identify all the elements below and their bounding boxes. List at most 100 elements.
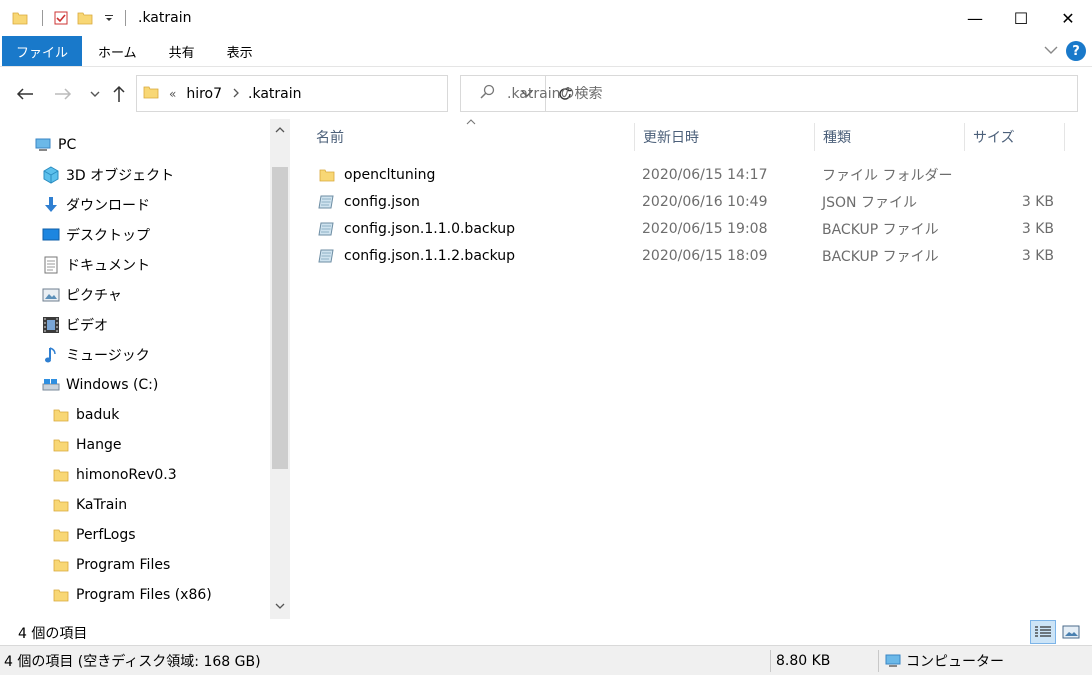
nav-item-folder[interactable]: himonoRev0.3 (52, 462, 177, 488)
file-size: 3 KB (1021, 247, 1054, 264)
nav-item-pictures[interactable]: ピクチャ (42, 282, 122, 308)
status-bar: 4 個の項目 (空きディスク領域: 168 GB) 8.80 KB コンピュータ… (0, 645, 1092, 675)
qat-separator (42, 10, 43, 26)
drive-icon (42, 376, 60, 394)
file-icon (318, 247, 336, 265)
column-header-date[interactable]: 更新日時 (635, 123, 815, 151)
properties-icon[interactable] (51, 8, 71, 28)
file-name: config.json.1.1.2.backup (344, 247, 516, 264)
computer-icon (884, 654, 902, 668)
nav-item-windows-c[interactable]: Windows (C:) (42, 372, 158, 398)
table-row[interactable]: opencltuning 2020/06/15 14:17 ファイル フォルダー (310, 161, 1070, 188)
nav-item-videos[interactable]: ビデオ (42, 312, 108, 338)
item-count: 4 個の項目 (18, 626, 88, 642)
nav-item-label: ミュージック (66, 348, 150, 364)
navigation-bar: « hiro7 .katrain (0, 67, 1092, 119)
folder-icon (318, 166, 336, 184)
file-type: ファイル フォルダー (822, 167, 953, 184)
file-type: JSON ファイル (822, 194, 917, 211)
scroll-up-icon[interactable] (270, 121, 290, 139)
file-name: opencltuning (344, 166, 436, 183)
tab-file[interactable]: ファイル (2, 36, 83, 66)
column-header-type[interactable]: 種類 (815, 123, 965, 151)
large-icons-view-icon[interactable] (1058, 620, 1084, 644)
nav-item-folder[interactable]: PerfLogs (52, 522, 136, 548)
file-type: BACKUP ファイル (822, 248, 939, 265)
file-size: 3 KB (1021, 220, 1054, 237)
nav-item-label: ドキュメント (66, 258, 150, 274)
table-row[interactable]: config.json.1.1.0.backup 2020/06/15 19:0… (310, 215, 1070, 242)
file-type: BACKUP ファイル (822, 221, 939, 238)
close-button[interactable]: ✕ (1044, 0, 1092, 36)
nav-scrollbar[interactable] (270, 119, 290, 619)
up-arrow-icon[interactable] (108, 83, 130, 105)
nav-item-label: himonoRev0.3 (76, 467, 177, 483)
folder-icon (143, 84, 159, 104)
table-row[interactable]: config.json 2020/06/16 10:49 JSON ファイル 3… (310, 188, 1070, 215)
expand-ribbon-icon[interactable] (1044, 43, 1058, 59)
file-date: 2020/06/15 19:08 (642, 220, 768, 237)
nav-item-downloads[interactable]: ダウンロード (42, 192, 150, 218)
nav-item-label: Hange (76, 437, 122, 453)
folder-icon (52, 436, 70, 454)
download-icon (42, 196, 60, 214)
maximize-button[interactable]: ☐ (998, 0, 1044, 36)
breadcrumb-chevron-icon[interactable] (232, 87, 240, 101)
pc-icon (34, 136, 52, 154)
tab-share[interactable]: 共有 (153, 36, 211, 66)
nav-item-folder[interactable]: KaTrain (52, 492, 127, 518)
breadcrumb-overflow[interactable]: « (169, 87, 176, 101)
recent-locations-icon[interactable] (84, 83, 106, 105)
table-row[interactable]: config.json.1.1.2.backup 2020/06/15 18:0… (310, 242, 1070, 269)
free-space-text: 4 個の項目 (空きディスク領域: 168 GB) (4, 654, 261, 670)
nav-item-label: Windows (C:) (66, 377, 159, 393)
nav-item-music[interactable]: ミュージック (42, 342, 150, 368)
column-header-size[interactable]: サイズ (965, 123, 1065, 151)
new-folder-icon[interactable] (75, 8, 95, 28)
forward-arrow-icon[interactable] (52, 83, 74, 105)
nav-item-folder[interactable]: Program Files (x86) (52, 582, 212, 608)
nav-item-label: ビデオ (66, 318, 108, 334)
breadcrumb-item[interactable]: hiro7 (186, 86, 222, 102)
selection-size: 8.80 KB (776, 653, 831, 669)
nav-item-label: Program Files (x86) (76, 587, 212, 603)
scroll-thumb[interactable] (272, 167, 288, 469)
search-input[interactable] (507, 85, 1007, 102)
nav-item-label: PC (58, 137, 77, 153)
address-bar[interactable]: « hiro7 .katrain (136, 75, 572, 112)
quick-access-toolbar: .katrain (0, 0, 191, 36)
column-header-name[interactable]: 名前 (308, 123, 635, 151)
file-date: 2020/06/16 10:49 (642, 193, 768, 210)
folder-icon (52, 466, 70, 484)
nav-item-desktop[interactable]: デスクトップ (42, 222, 150, 248)
window-title: .katrain (138, 10, 192, 26)
3d-objects-icon (42, 166, 60, 184)
nav-item-3d-objects[interactable]: 3D オブジェクト (42, 162, 174, 188)
nav-item-folder[interactable]: baduk (52, 402, 119, 428)
nav-item-folder[interactable]: Program Files (52, 552, 170, 578)
file-name: config.json (344, 193, 420, 210)
folder-icon (52, 406, 70, 424)
search-box[interactable] (460, 75, 1078, 112)
nav-item-label: デスクトップ (66, 228, 150, 244)
nav-item-folder[interactable]: Hange (52, 432, 121, 458)
file-icon (318, 220, 336, 238)
navigation-pane: PC 3D オブジェクト ダウンロード デスクトップ ドキュメント ピクチャ ビ… (0, 119, 290, 619)
help-icon[interactable]: ? (1066, 41, 1086, 61)
details-view-icon[interactable] (1030, 620, 1056, 644)
breadcrumb-item[interactable]: .katrain (248, 86, 301, 102)
location-label: コンピューター (906, 654, 1004, 670)
file-size: 3 KB (1021, 193, 1054, 210)
back-arrow-icon[interactable] (14, 83, 36, 105)
scroll-down-icon[interactable] (270, 597, 290, 615)
tab-home[interactable]: ホーム (82, 36, 153, 66)
customize-qat-icon[interactable] (99, 8, 119, 28)
folder-icon (52, 526, 70, 544)
tab-view[interactable]: 表示 (211, 36, 269, 66)
nav-item-pc[interactable]: PC (34, 132, 76, 158)
video-icon (42, 316, 60, 334)
pictures-icon (42, 286, 60, 304)
minimize-button[interactable]: — (952, 0, 998, 36)
nav-item-documents[interactable]: ドキュメント (42, 252, 150, 278)
folder-icon (52, 586, 70, 604)
